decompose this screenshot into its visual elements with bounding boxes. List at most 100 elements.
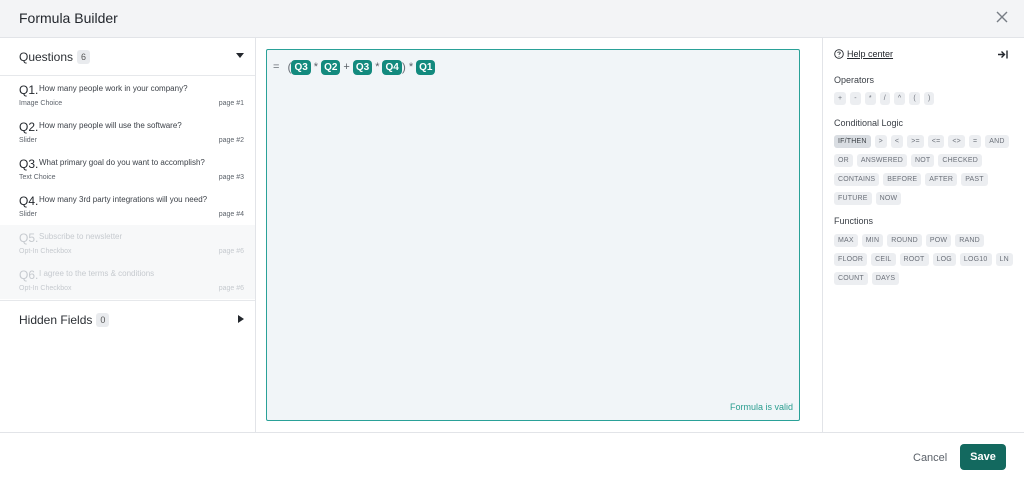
cancel-button[interactable]: Cancel (913, 452, 947, 464)
question-page: page #1 (218, 100, 244, 107)
question-text: How many people work in your company? (39, 84, 188, 93)
questions-label: Questions (19, 50, 74, 64)
function-chip[interactable]: LN (995, 253, 1013, 266)
modal-header: Formula Builder (0, 0, 1024, 38)
question-item-q6: Q6. I agree to the terms & conditions Op… (0, 262, 255, 299)
function-chip[interactable]: CEIL (871, 253, 896, 266)
question-type: Opt-In Checkbox (19, 248, 72, 255)
logic-chip[interactable]: IF/THEN (834, 135, 871, 148)
equals-sign: = (273, 61, 280, 73)
logic-chip[interactable]: FUTURE (834, 192, 872, 205)
formula-token[interactable]: Q1 (416, 59, 436, 75)
operator-chip[interactable]: ^ (893, 92, 906, 105)
formula-token[interactable]: Q4 (382, 59, 402, 75)
operator-chip[interactable]: * (864, 92, 876, 105)
function-chip[interactable]: FLOOR (834, 253, 868, 266)
reference-panel: Help center Operators + - * / ^() Conditiona… (822, 38, 1024, 432)
question-number: Q5. (19, 231, 39, 245)
question-text: How many people will use the software? (39, 121, 182, 130)
function-chip[interactable]: LOG (932, 253, 956, 266)
question-type: Text Choice (19, 174, 56, 181)
question-text: I agree to the terms & conditions (39, 269, 155, 278)
logic-chip[interactable]: <> (948, 135, 965, 148)
question-number: Q3. (19, 157, 39, 171)
hidden-fields-header[interactable]: Hidden Fields 0 (0, 300, 255, 338)
questions-count-badge: 6 (77, 50, 91, 64)
logic-chip[interactable]: AFTER (925, 173, 958, 186)
formula-token[interactable]: Q2 (321, 59, 341, 75)
function-chip[interactable]: DAYS (871, 272, 900, 285)
logic-chip[interactable]: CONTAINS (834, 173, 880, 186)
logic-chip[interactable]: PAST (961, 173, 988, 186)
operator-chip[interactable]: ( (909, 92, 920, 105)
logic-chip[interactable]: AND (985, 135, 1009, 148)
logic-chip[interactable]: NOW (875, 192, 902, 205)
question-number: Q2. (19, 120, 39, 134)
question-text: What primary goal do you want to accompl… (39, 158, 205, 167)
formula-token[interactable]: Q3 (352, 59, 373, 75)
logic-chip[interactable]: BEFORE (883, 173, 922, 186)
question-text: Subscribe to newsletter (39, 232, 123, 241)
formula-operator: + (343, 61, 350, 73)
question-type: Image Choice (19, 100, 63, 107)
question-item-q1[interactable]: Q1. How many people work in your company… (0, 77, 255, 114)
functions-chips: MAX MIN ROUND POW RAND FLOOR CEIL ROOT LOG LOG10 L… (834, 234, 1014, 285)
operator-chip[interactable]: / (879, 92, 890, 105)
help-center-label: Help center (847, 49, 894, 59)
question-page: page #3 (218, 174, 244, 181)
save-button[interactable]: Save (960, 444, 1006, 470)
logic-chip[interactable]: >= (907, 135, 924, 148)
function-chip[interactable]: POW (925, 234, 952, 247)
questions-panel: Questions 6 Q1. How many people work in y… (0, 38, 256, 432)
logic-chip[interactable]: > (874, 135, 887, 148)
question-item-q2[interactable]: Q2. How many people will use the softwar… (0, 114, 255, 151)
formula-operator: * (408, 61, 414, 73)
operator-chip[interactable]: ) (923, 92, 935, 105)
function-chip[interactable]: RAND (955, 234, 984, 247)
logic-chip[interactable]: CHECKED (938, 154, 982, 167)
question-circle-icon (834, 49, 844, 59)
collapse-panel-icon[interactable] (998, 50, 1008, 59)
operators-title: Operators (834, 75, 875, 85)
function-chip[interactable]: COUNT (834, 272, 868, 285)
function-chip[interactable]: LOG10 (959, 253, 992, 266)
formula-editor[interactable]: = ( Q3 * Q2 + Q3 * Q4 ) * Q1 Formula is … (266, 49, 800, 421)
formula-status: Formula is valid (729, 402, 793, 412)
hidden-fields-count-badge: 0 (96, 313, 110, 327)
logic-chip[interactable]: ANSWERED (856, 154, 907, 167)
formula-operator: * (313, 61, 319, 73)
question-item-q3[interactable]: Q3. What primary goal do you want to acc… (0, 151, 255, 188)
question-number: Q6. (19, 268, 39, 282)
logic-chip[interactable]: = (968, 135, 982, 148)
formula-operator: * (375, 61, 380, 73)
operator-chip[interactable]: - (850, 92, 861, 105)
logic-chip[interactable]: NOT (910, 154, 935, 167)
question-item-q4[interactable]: Q4. How many 3rd party integrations will… (0, 188, 255, 225)
logic-chip[interactable]: < (890, 135, 904, 148)
question-type: Slider (19, 137, 37, 144)
conditional-logic-title: Conditional Logic (834, 118, 904, 128)
modal-title: Formula Builder (19, 10, 118, 26)
help-center-link[interactable]: Help center (834, 49, 893, 59)
question-number: Q4. (19, 194, 39, 208)
logic-chip[interactable]: OR (834, 154, 853, 167)
function-chip[interactable]: MIN (861, 234, 884, 247)
functions-title: Functions (834, 216, 874, 226)
function-chip[interactable]: ROUND (887, 234, 922, 247)
question-page: page #2 (218, 137, 244, 144)
conditional-logic-chips: IF/THEN > < >= <= <> = AND OR ANSWERED NOT CHECKED C… (834, 135, 1014, 205)
questions-header[interactable]: Questions 6 (0, 38, 255, 76)
close-icon[interactable] (992, 7, 1012, 27)
function-chip[interactable]: MAX (834, 234, 858, 247)
modal-footer: Cancel Save (0, 432, 1024, 477)
function-chip[interactable]: ROOT (899, 253, 929, 266)
logic-chip[interactable]: <= (927, 135, 945, 148)
formula-builder-modal: Formula Builder Questions 6 Q1. How many … (0, 0, 1024, 477)
caret-down-icon[interactable] (236, 53, 244, 59)
question-page: page #6 (218, 285, 244, 292)
operator-chip[interactable]: + (834, 92, 847, 105)
formula-token[interactable]: Q3 (291, 59, 311, 75)
caret-right-icon[interactable] (238, 315, 244, 323)
question-page: page #4 (218, 211, 244, 218)
question-text: How many 3rd party integrations will you… (39, 195, 208, 204)
